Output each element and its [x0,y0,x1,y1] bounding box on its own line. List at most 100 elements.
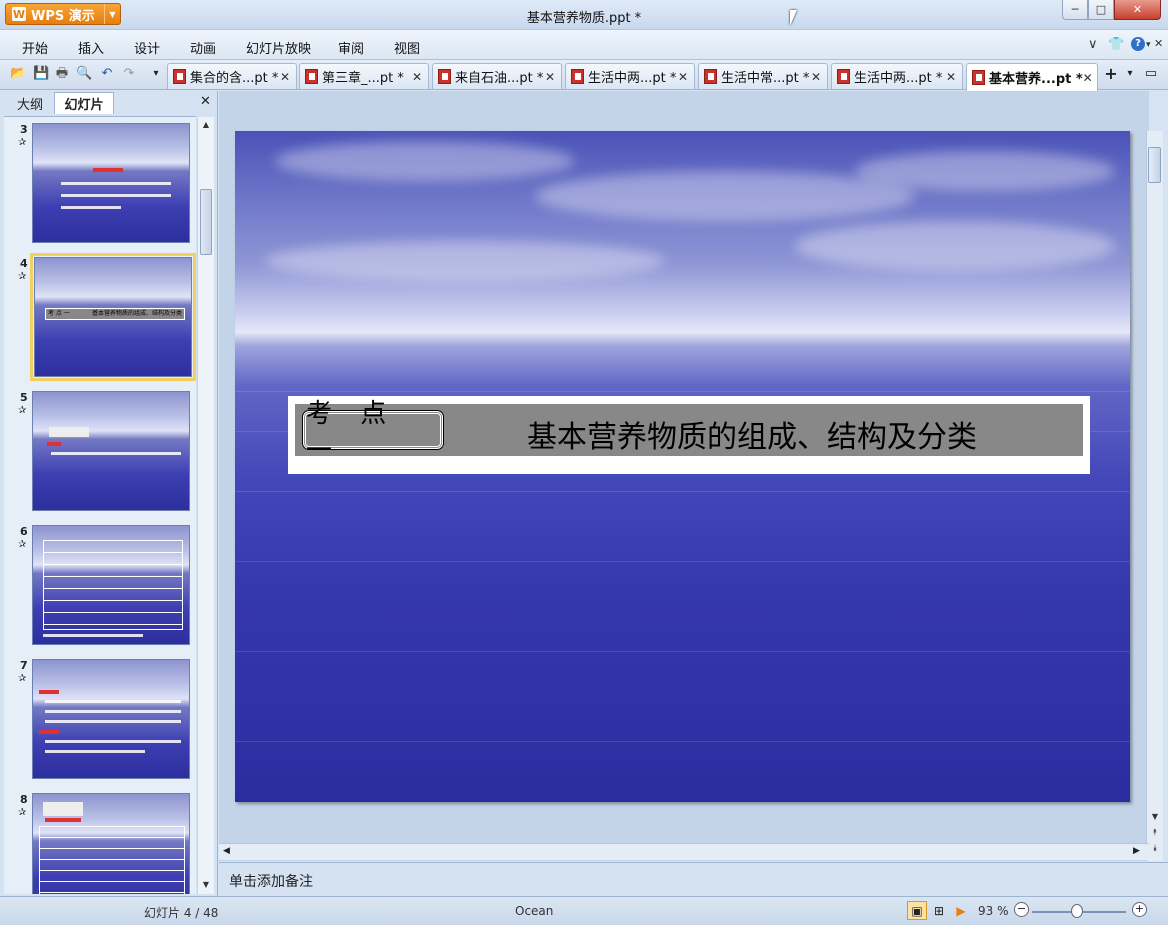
maximize-button[interactable]: □ [1088,0,1114,20]
close-tab-icon[interactable]: ✕ [811,70,821,84]
doc-tab-6[interactable]: 生活中两...pt * ✕ [831,63,963,89]
star-icon: ✰ [18,673,27,684]
thumb-text-line [45,710,181,713]
close-tab-icon[interactable]: ✕ [678,70,688,84]
scroll-left-icon[interactable]: ◀ [223,846,230,856]
slide-thumbnail-4[interactable]: 考 点 一 基本营养物质的组成、结构及分类 [30,253,196,381]
menu-view[interactable]: 视图 [394,38,420,57]
slide-title-banner[interactable]: 考 点 一 基本营养物质的组成、结构及分类 [288,396,1090,474]
menu-bar: 开始 插入 设计 动画 幻灯片放映 审阅 视图 ∨ 👕 ? ▾ ✕ [0,30,1168,60]
zoom-in-button[interactable]: + [1132,902,1147,917]
thumb-heading [45,818,81,822]
close-tab-icon[interactable]: ✕ [280,70,290,84]
menu-home[interactable]: 开始 [22,38,48,57]
slide-thumbnail-5[interactable] [32,391,190,511]
close-document-icon[interactable]: ✕ [1154,37,1163,50]
print-preview-icon[interactable]: 🔍 [76,66,92,82]
normal-view-button[interactable]: ▣ [907,901,927,920]
scroll-down-icon[interactable]: ▼ [1147,809,1163,825]
doc-tab-label: 集合的含...pt * [190,71,279,86]
scroll-up-icon[interactable]: ▲ [198,117,214,133]
doc-tab-4[interactable]: 生活中两...pt * ✕ [565,63,695,89]
scrollbar-thumb[interactable] [1148,147,1161,183]
window-title: 基本营养物质.ppt * [526,11,642,26]
print-icon[interactable]: 🖶 [54,66,70,82]
star-icon: ✰ [18,807,27,818]
slide-thumbnail-3[interactable] [32,123,190,243]
slide-thumbnail-7[interactable] [32,659,190,779]
menu-slideshow[interactable]: 幻灯片放映 [246,38,311,57]
slide-thumbnail-6[interactable] [32,525,190,645]
close-tab-icon[interactable]: ✕ [545,70,555,84]
previous-slide-icon[interactable]: ⯭ [1147,825,1163,841]
next-slide-icon[interactable]: ⯯ [1147,841,1163,857]
window-layout-icon[interactable]: ▭ [1143,66,1159,82]
editor-vertical-scrollbar[interactable]: ▼ ⯭ ⯯ [1146,131,1163,861]
ppt-file-icon [305,69,318,84]
close-tab-icon[interactable]: ✕ [412,70,422,84]
menu-insert[interactable]: 插入 [78,38,104,57]
undo-icon[interactable]: ↶ [99,66,115,82]
tab-slides[interactable]: 幻灯片 [54,92,114,114]
thumb-text-line [61,182,171,185]
save-icon[interactable]: 💾 [33,66,49,82]
minimize-button[interactable]: ─ [1062,0,1088,20]
menu-design[interactable]: 设计 [134,38,160,57]
thumb-title: 基本营养物质的组成、结构及分类 [92,310,183,317]
doc-tab-3[interactable]: 来自石油...pt * ✕ [432,63,562,89]
slideshow-button[interactable]: ▶ [951,901,971,920]
tab-list-icon[interactable]: ▾ [1122,66,1138,82]
collapse-ribbon-icon[interactable]: ∨ [1088,37,1098,52]
doc-tab-label: 第三章_...pt * [322,71,404,86]
new-tab-icon[interactable]: + [1103,66,1119,82]
slides-panel: 大纲 幻灯片 ✕ 3 ✰ 4 ✰ 考 点 一 基本营养物质的组成、结构及分类 5… [0,91,218,896]
slide-sorter-button[interactable]: ⊞ [929,901,949,920]
ppt-file-icon [837,69,850,84]
customize-toolbar-icon[interactable]: ▾ [148,66,164,82]
thumb-text-line [45,740,181,743]
zoom-out-button[interactable]: − [1014,902,1029,917]
thumb-text-line [61,206,121,209]
editor-horizontal-scrollbar[interactable]: ◀ ▶ [219,843,1149,860]
close-panel-icon[interactable]: ✕ [200,94,211,109]
sea-wave [235,391,1130,392]
doc-tab-5[interactable]: 生活中常...pt * ✕ [698,63,828,89]
thumbnail-scrollbar[interactable]: ▲ ▼ [197,117,214,894]
thumb-banner: 考 点 一 基本营养物质的组成、结构及分类 [45,308,185,320]
zoom-slider-handle[interactable] [1071,904,1083,918]
notes-placeholder: 单击添加备注 [229,874,313,890]
menu-review[interactable]: 审阅 [338,38,364,57]
doc-tab-label: 生活中两...pt * [588,71,677,86]
normal-view-icon: ▣ [911,903,923,918]
redo-icon[interactable]: ↷ [121,66,137,82]
thumb-text-line [45,700,181,703]
sky-cloud [795,221,1115,271]
close-window-button[interactable]: ✕ [1114,0,1161,20]
skin-icon[interactable]: 👕 [1108,37,1124,52]
help-icon[interactable]: ? [1131,37,1145,51]
close-tab-icon[interactable]: ✕ [1083,71,1093,85]
scroll-right-icon[interactable]: ▶ [1133,846,1140,856]
scrollbar-thumb[interactable] [200,189,212,255]
close-tab-icon[interactable]: ✕ [946,70,956,84]
thumb-text-line [45,750,145,753]
doc-tab-1[interactable]: 集合的含...pt * ✕ [167,63,297,89]
doc-tab-2[interactable]: 第三章_...pt * ✕ [299,63,429,89]
star-icon: ✰ [18,137,27,148]
slide-thumbnail-8[interactable] [32,793,190,894]
tab-outline[interactable]: 大纲 [8,92,52,114]
play-icon: ▶ [956,903,966,918]
thumb-heading-box [43,802,83,816]
help-menu-icon[interactable]: ▾ [1146,40,1151,50]
sea-wave [235,651,1130,652]
doc-tab-active[interactable]: 基本营养...pt * ✕ [966,63,1098,91]
sea-wave [235,741,1130,742]
thumb-heading [93,168,123,172]
star-icon: ✰ [18,539,27,550]
scroll-down-icon[interactable]: ▼ [198,877,214,893]
thumb-tag: 考 点 一 [48,310,70,317]
sea-wave [235,561,1130,562]
notes-pane[interactable]: 单击添加备注 [219,862,1168,896]
open-icon[interactable]: 📂 [10,66,26,82]
menu-animation[interactable]: 动画 [190,38,216,57]
